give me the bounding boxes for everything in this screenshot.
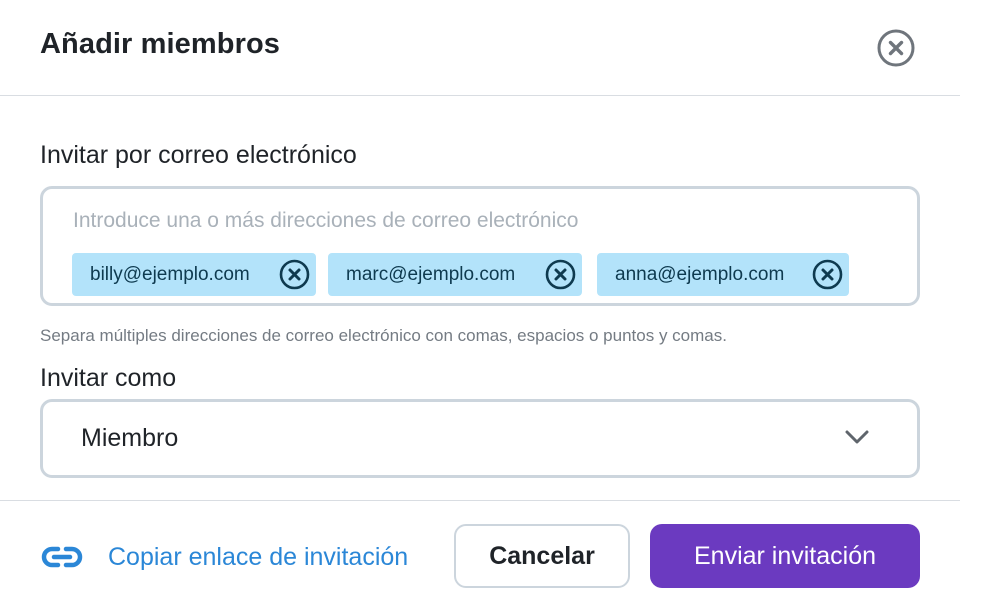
email-chip: billy@ejemplo.com bbox=[72, 253, 316, 296]
role-select[interactable]: Miembro bbox=[40, 399, 920, 478]
chevron-down-icon bbox=[845, 429, 869, 445]
close-button[interactable] bbox=[877, 29, 915, 67]
copy-invite-link-label: Copiar enlace de invitación bbox=[108, 542, 409, 571]
email-input-box[interactable]: billy@ejemplo.com marc@ejemplo.com anna@… bbox=[40, 186, 920, 306]
remove-chip-button[interactable] bbox=[279, 259, 310, 290]
send-invitation-button[interactable]: Enviar invitación bbox=[650, 524, 920, 588]
copy-invite-link[interactable]: Copiar enlace de invitación bbox=[40, 536, 408, 578]
email-chip-text: billy@ejemplo.com bbox=[90, 263, 250, 285]
close-circle-icon bbox=[877, 29, 915, 67]
email-label: Invitar por correo electrónico bbox=[40, 141, 357, 169]
remove-circle-icon bbox=[812, 259, 843, 290]
remove-chip-button[interactable] bbox=[545, 259, 576, 290]
remove-chip-button[interactable] bbox=[812, 259, 843, 290]
footer-divider bbox=[0, 500, 960, 501]
dialog-title: Añadir miembros bbox=[40, 28, 280, 60]
link-icon bbox=[40, 545, 84, 569]
email-hint: Separa múltiples direcciones de correo e… bbox=[40, 326, 727, 345]
email-chip-text: anna@ejemplo.com bbox=[615, 263, 785, 285]
role-label: Invitar como bbox=[40, 364, 177, 392]
email-chip-text: marc@ejemplo.com bbox=[346, 263, 516, 285]
email-chip: anna@ejemplo.com bbox=[597, 253, 849, 296]
email-input[interactable] bbox=[73, 205, 873, 237]
dialog-header: Añadir miembros bbox=[0, 0, 960, 96]
email-chip: marc@ejemplo.com bbox=[328, 253, 582, 296]
add-members-dialog: Añadir miembros Invitar por correo elect… bbox=[0, 0, 992, 612]
role-select-value: Miembro bbox=[81, 424, 179, 452]
cancel-button[interactable]: Cancelar bbox=[454, 524, 630, 588]
remove-circle-icon bbox=[545, 259, 576, 290]
remove-circle-icon bbox=[279, 259, 310, 290]
